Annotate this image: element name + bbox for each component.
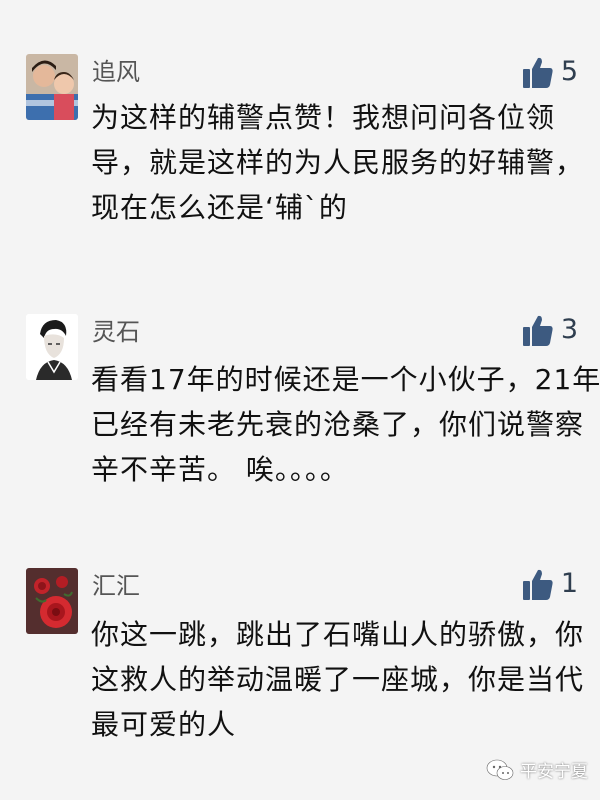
commenter-name: 灵石 (92, 318, 140, 346)
like-button[interactable]: 1 (522, 566, 578, 602)
like-count: 3 (560, 314, 578, 345)
comment-line: 最可爱的人 (91, 708, 237, 741)
comment-line: 已经有未老先衰的沧桑了，你们说警察 (91, 408, 585, 441)
comment-text: 你这一跳，跳出了石嘴山人的骄傲，你 这救人的举动温暖了一座城，你是当代 最可爱的… (91, 612, 585, 747)
thumbs-up-icon (522, 314, 553, 346)
comment-line: 这救人的举动温暖了一座城，你是当代 (91, 663, 585, 696)
thumbs-up-icon (522, 568, 553, 600)
comment-line: 为这样的辅警点赞！我想问问各位领 (91, 101, 556, 134)
avatar[interactable] (26, 54, 78, 120)
like-button[interactable]: 3 (522, 312, 578, 348)
like-count: 5 (560, 56, 578, 87)
comment-line: 辛不辛苦。 唉。。。。 (91, 453, 349, 486)
watermark: 平安宁夏 (486, 757, 588, 782)
commenter-name: 汇汇 (92, 572, 140, 600)
like-button[interactable]: 5 (522, 54, 578, 90)
avatar[interactable] (26, 568, 78, 634)
commenter-name: 追风 (92, 58, 140, 86)
comment-line: 现在怎么还是‘辅`的 (91, 191, 348, 224)
wechat-icon (486, 758, 520, 782)
comment-line: 导，就是这样的为人民服务的好辅警， (91, 146, 585, 179)
comment-line: 看看17年的时候还是一个小伙子，21年 (91, 363, 600, 396)
avatar[interactable] (26, 314, 78, 380)
comment-text: 看看17年的时候还是一个小伙子，21年 已经有未老先衰的沧桑了，你们说警察 辛不… (91, 357, 600, 492)
thumbs-up-icon (522, 56, 553, 88)
comment-line: 你这一跳，跳出了石嘴山人的骄傲，你 (91, 618, 585, 651)
like-count: 1 (560, 568, 578, 599)
comment-text: 为这样的辅警点赞！我想问问各位领 导，就是这样的为人民服务的好辅警， 现在怎么还… (91, 95, 585, 230)
watermark-text: 平安宁夏 (520, 762, 588, 782)
